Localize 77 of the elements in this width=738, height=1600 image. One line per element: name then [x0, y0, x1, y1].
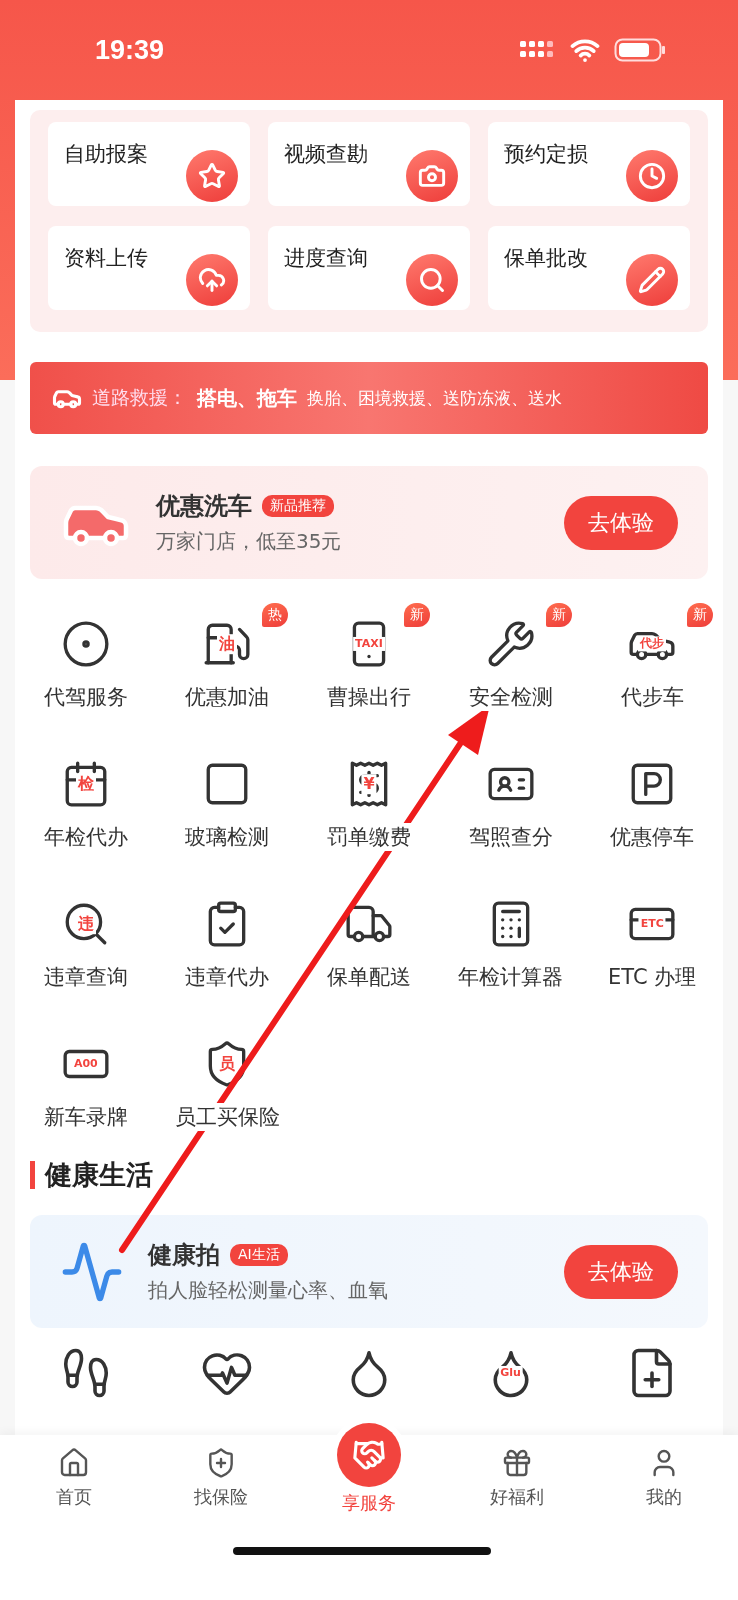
quick-service-tile[interactable]: 视频查勘 [268, 122, 470, 206]
camera-icon [406, 150, 458, 202]
rescue-title: 道路救援： [92, 385, 187, 410]
icon-glyph: 员 [217, 1054, 238, 1074]
service-item[interactable]: ETC ETC 办理 [581, 877, 723, 1017]
service-label: 安全检测 [466, 683, 555, 711]
tab[interactable]: 我的 [590, 1447, 738, 1509]
quick-service-label: 进度查询 [284, 245, 368, 272]
promo-tag: 新品推荐 [262, 495, 334, 517]
service-badge: 新 [545, 603, 572, 627]
tab-label: 首页 [55, 1485, 92, 1509]
icon-glyph: 检 [75, 774, 96, 794]
tab[interactable]: 首页 [0, 1447, 148, 1509]
quick-service-tile[interactable]: 保单批改 [488, 226, 690, 310]
promo-subtitle: 万家门店，低至35元 [156, 528, 343, 555]
clock-icon [626, 150, 678, 202]
promo-title: 健康拍 [148, 1240, 220, 1271]
cloud-upload-icon [186, 254, 238, 306]
service-item[interactable]: ¥ 罚单缴费 [298, 737, 440, 877]
service-badge: 新 [404, 603, 430, 627]
service-item[interactable]: 驾照查分 [439, 737, 582, 877]
tab-label: 我的 [646, 1485, 683, 1509]
rescue-services: 换胎、困境救援、送防冻液、送水 [307, 386, 562, 410]
tab-label: 享服务 [342, 1491, 396, 1515]
tab[interactable]: 找保险 [147, 1447, 296, 1509]
service-item[interactable]: A00 新车录牌 [15, 1017, 157, 1157]
service-label: 罚单缴费 [325, 823, 413, 851]
handshake-icon [352, 1438, 386, 1472]
quick-service-tile[interactable]: 资料上传 [48, 226, 250, 310]
battery-icon [614, 37, 666, 63]
tab-label: 好福利 [489, 1485, 544, 1509]
service-item[interactable]: 代驾服务 [15, 597, 157, 737]
pencil-icon [626, 254, 678, 306]
section-marker [30, 1161, 35, 1189]
service-item[interactable]: 员 员工买保险 [156, 1017, 299, 1157]
quick-service-label: 保单批改 [504, 245, 588, 272]
service-item[interactable]: 违 违章查询 [15, 877, 157, 1017]
service-item[interactable]: 新 安全检测 [439, 597, 582, 737]
quick-service-label: 预约定损 [504, 141, 588, 168]
tab-label: 找保险 [194, 1485, 249, 1509]
icon-glyph: 油 [217, 634, 238, 654]
tab[interactable]: 好福利 [442, 1447, 591, 1509]
quick-service-tile[interactable]: 进度查询 [268, 226, 470, 310]
service-item[interactable]: 油 热 优惠加油 [156, 597, 299, 737]
promo-card[interactable]: 优惠洗车 新品推荐 万家门店，低至35元 去体验 [30, 466, 708, 579]
service-item[interactable]: 年检计算器 [439, 877, 582, 1017]
status-time: 19:39 [95, 34, 165, 66]
service-badge: 新 [687, 603, 714, 627]
icon-glyph: ¥ [361, 774, 377, 794]
search-icon [406, 254, 458, 306]
service-item[interactable]: 代步 新 代步车 [581, 597, 723, 737]
quick-service-tile[interactable]: 预约定损 [488, 122, 690, 206]
service-item[interactable]: 保单配送 [298, 877, 440, 1017]
promo-tag: AI生活 [230, 1244, 288, 1266]
quick-service-label: 视频查勘 [284, 141, 368, 168]
service-item[interactable]: 玻璃检测 [156, 737, 299, 877]
icon-glyph: 代步 [638, 636, 667, 652]
quick-service-label: 资料上传 [64, 245, 148, 272]
tab[interactable]: 享服务 [295, 1423, 443, 1515]
service-label: 驾照查分 [466, 823, 555, 851]
promo-subtitle: 拍人脸轻松测量心率、血氧 [148, 1277, 389, 1304]
service-item[interactable]: 优惠停车 [581, 737, 723, 877]
service-item[interactable]: 检 年检代办 [15, 737, 157, 877]
try-button[interactable]: 去体验 [564, 1244, 678, 1299]
icon-glyph: TAXI [353, 636, 385, 652]
quick-service-label: 自助报案 [64, 141, 148, 168]
service-item[interactable]: 违章代办 [156, 877, 299, 1017]
promo-card[interactable]: 健康拍 AI生活 拍人脸轻松测量心率、血氧 去体验 [30, 1215, 708, 1328]
try-button[interactable]: 去体验 [564, 495, 678, 550]
icon-glyph: 违 [75, 914, 96, 934]
promo-title: 优惠洗车 [156, 491, 252, 522]
rescue-highlight: 搭电、拖车 [197, 384, 297, 412]
service-badge: 热 [262, 603, 289, 627]
section-title: 健康生活 [45, 1158, 153, 1192]
service-item[interactable]: TAXI 新 曹操出行 [298, 597, 440, 737]
service-label: 代步车 [618, 683, 686, 711]
quick-service-tile[interactable]: 自助报案 [48, 122, 250, 206]
